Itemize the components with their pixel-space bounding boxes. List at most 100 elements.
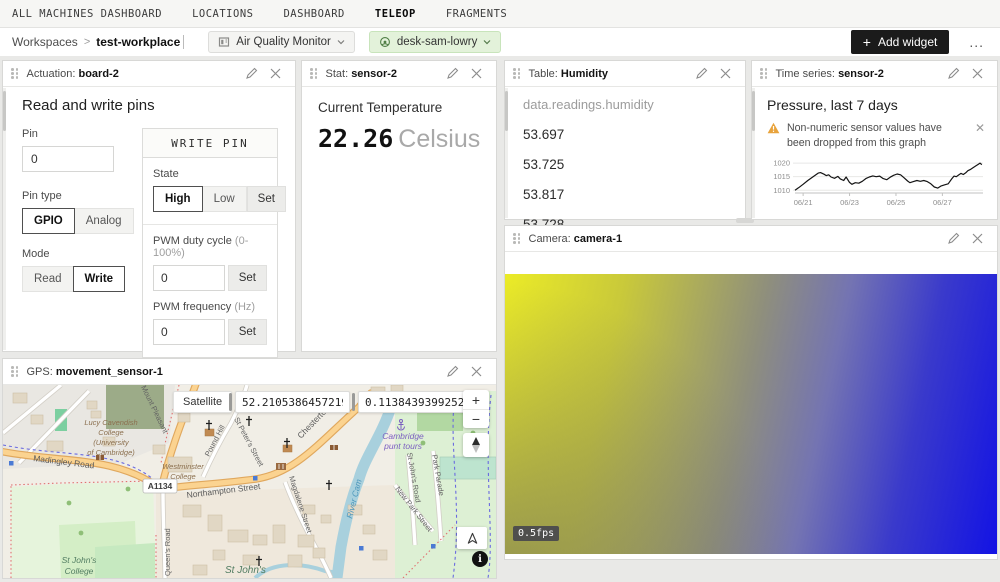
pwm-duty-input[interactable] (153, 265, 225, 291)
camera-stream: 0.5fps (505, 274, 997, 554)
mode-write-button[interactable]: Write (73, 266, 126, 292)
nav-teleop[interactable]: TELEOP (375, 8, 416, 20)
edit-icon[interactable] (693, 66, 709, 82)
widget-gps: GPS: movement_sensor-1 (2, 358, 497, 579)
workspace-toolbar: Workspaces > test-workplace Air Quality … (0, 28, 1000, 56)
widget-table: Table: Humidity data.readings.humidity 5… (504, 60, 746, 220)
edit-icon[interactable] (945, 66, 961, 82)
svg-text:1020: 1020 (773, 158, 790, 167)
more-menu-icon[interactable]: ... (965, 34, 988, 50)
map-label-poi: punt tours (383, 441, 423, 451)
mode-label: Mode (22, 248, 130, 260)
map-info-button[interactable]: i (472, 551, 488, 567)
pin-label: Pin (22, 128, 130, 140)
svg-text:06/21: 06/21 (794, 198, 813, 207)
pin-type-segmented: GPIO Analog (22, 208, 130, 234)
write-pin-header: WRITE PIN (143, 129, 277, 158)
write-pin-panel: WRITE PIN State High Low Set PWM duty cy… (142, 128, 278, 358)
actuation-heading: Read and write pins (22, 97, 279, 114)
divider (229, 393, 232, 411)
zoom-in-button[interactable]: + (463, 390, 489, 409)
scrollbar-vertical[interactable] (505, 88, 508, 218)
widget-actuation: Actuation: board-2 Read and write pins P… (2, 60, 296, 352)
fps-badge: 0.5fps (513, 526, 559, 541)
scrollbar-vertical[interactable] (3, 88, 6, 350)
chevron-down-icon (337, 38, 345, 46)
add-widget-button[interactable]: + Add widget (851, 30, 950, 54)
navigation-arrow-icon (466, 532, 479, 545)
location-select-label: Air Quality Monitor (236, 36, 331, 48)
map-label-street: Queen's Road (163, 528, 172, 576)
latitude-input[interactable] (235, 391, 350, 413)
pwm-duty-set-button[interactable]: Set (228, 265, 267, 291)
map-canvas[interactable]: A1134 Madingley Road Mount Pleasant Nort… (3, 385, 496, 578)
nav-all-machines-dashboard[interactable]: ALL MACHINES DASHBOARD (12, 8, 162, 20)
drag-handle-icon[interactable] (513, 233, 521, 244)
pressure-line-chart: 10101015102006/2106/2306/2506/27 (767, 155, 985, 211)
edit-icon[interactable] (243, 66, 259, 82)
close-icon[interactable] (267, 66, 283, 82)
pwm-frequency-input[interactable] (153, 319, 225, 345)
table-row: 53.725 (523, 157, 729, 172)
widget-camera: Camera: camera-1 0.5fps (504, 225, 998, 560)
map-label-college: Lucy Cavendish (84, 418, 137, 427)
svg-text:06/23: 06/23 (840, 198, 859, 207)
svg-text:06/25: 06/25 (887, 198, 906, 207)
stat-value: 22.26 (318, 124, 393, 153)
drag-handle-icon[interactable] (310, 68, 318, 79)
nav-locations[interactable]: LOCATIONS (192, 8, 253, 20)
edit-icon[interactable] (444, 66, 460, 82)
state-label: State (153, 168, 267, 180)
drag-handle-icon[interactable] (11, 68, 19, 79)
breadcrumb-workspaces[interactable]: Workspaces (12, 35, 78, 49)
state-low-button[interactable]: Low (202, 186, 247, 212)
map-label-place: St John's (225, 565, 266, 576)
scrollbar-vertical[interactable] (752, 88, 755, 218)
map-zoom-control: + − (463, 390, 489, 428)
pwm-frequency-set-button[interactable]: Set (228, 319, 267, 345)
map-label-college: College (65, 566, 94, 576)
nav-dashboard[interactable]: DASHBOARD (283, 8, 344, 20)
svg-text:1010: 1010 (773, 185, 790, 194)
pin-input[interactable] (22, 146, 114, 172)
nav-fragments[interactable]: FRAGMENTS (446, 8, 507, 20)
chart-title: Pressure, last 7 days (767, 97, 985, 113)
table-row: 53.817 (523, 187, 729, 202)
map-label-college: of Cambridge) (87, 448, 135, 457)
location-select[interactable]: Air Quality Monitor (208, 31, 355, 53)
close-icon[interactable] (969, 231, 985, 247)
longitude-input[interactable] (358, 391, 470, 413)
close-icon[interactable] (717, 66, 733, 82)
mode-segmented: Read Write (22, 266, 130, 292)
pin-type-gpio-button[interactable]: GPIO (22, 208, 75, 234)
pin-type-analog-button[interactable]: Analog (74, 208, 134, 234)
route-badge: A1134 (148, 481, 173, 491)
edit-icon[interactable] (444, 364, 460, 380)
mode-read-button[interactable]: Read (22, 266, 74, 292)
warning-banner: Non-numeric sensor values have been drop… (767, 121, 985, 151)
state-high-button[interactable]: High (153, 186, 203, 212)
edit-icon[interactable] (945, 231, 961, 247)
warning-close-icon[interactable]: ✕ (975, 121, 985, 135)
zoom-out-button[interactable]: − (463, 409, 489, 428)
drag-handle-icon[interactable] (11, 366, 19, 377)
compass-button[interactable] (463, 433, 489, 457)
satellite-toggle-button[interactable]: Satellite (173, 391, 232, 413)
machine-select[interactable]: desk-sam-lowry (369, 31, 502, 53)
pin-type-label: Pin type (22, 190, 130, 202)
map-label-college: Westminster (162, 462, 204, 471)
stat-unit: Celsius (398, 125, 480, 154)
close-icon[interactable] (468, 66, 484, 82)
close-icon[interactable] (468, 364, 484, 380)
pwm-duty-label: PWM duty cycle (0-100%) (153, 235, 267, 259)
compass-icon (471, 437, 481, 453)
breadcrumb-current-workspace[interactable]: test-workplace (96, 35, 184, 49)
drag-handle-icon[interactable] (760, 68, 768, 79)
svg-text:06/27: 06/27 (933, 198, 952, 207)
close-icon[interactable] (969, 66, 985, 82)
state-set-button[interactable]: Set (247, 186, 286, 212)
machine-select-label: desk-sam-lowry (397, 36, 478, 48)
warning-icon (767, 122, 780, 134)
drag-handle-icon[interactable] (513, 68, 521, 79)
locate-button[interactable] (457, 527, 487, 549)
